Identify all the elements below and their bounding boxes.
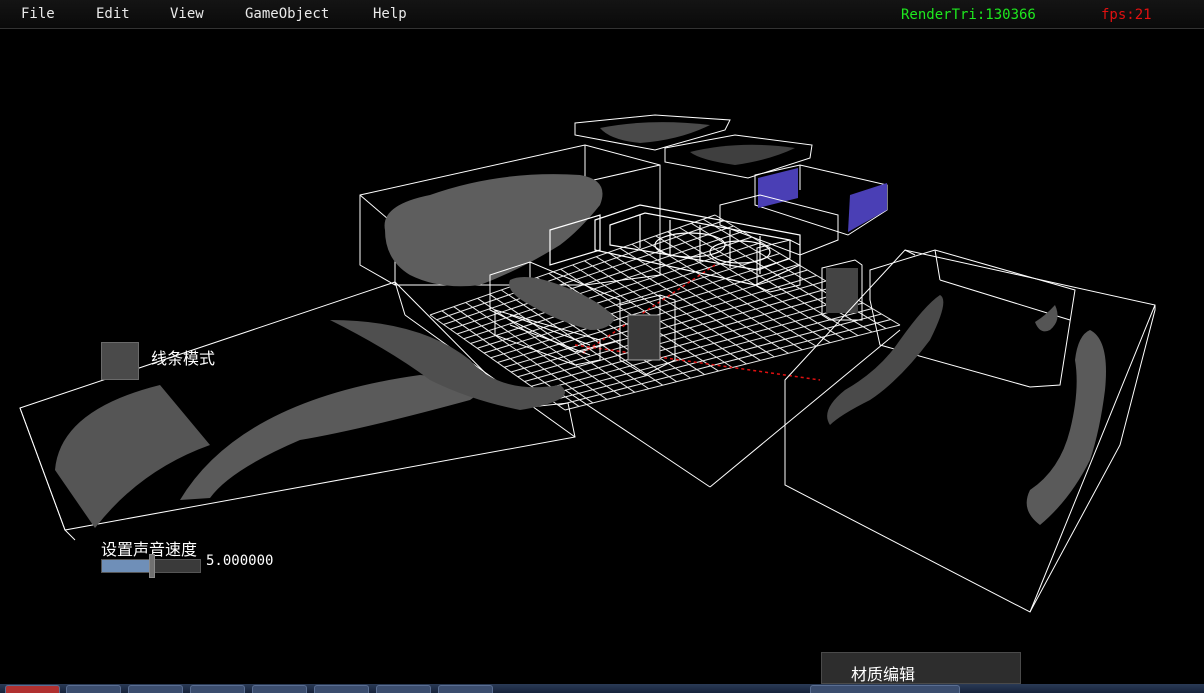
material-editor-tab[interactable]: 材质编辑: [821, 652, 1021, 684]
menu-gameobject[interactable]: GameObject: [245, 6, 329, 22]
taskbar-app-icon[interactable]: [66, 685, 121, 693]
menu-edit[interactable]: Edit: [96, 6, 130, 22]
slider-fill: [102, 560, 149, 572]
os-taskbar: [0, 684, 1204, 693]
seat-bounding-box: [719, 194, 839, 256]
wireframe-mode-label: 线条模式: [151, 349, 216, 368]
taskbar-app-icon[interactable]: [128, 685, 183, 693]
grid-line: [655, 235, 831, 344]
menu-bar: File Edit View GameObject Help RenderTri…: [0, 0, 1204, 29]
door-mesh: [1035, 305, 1058, 332]
taskbar-app-icon[interactable]: [376, 685, 431, 693]
hood-panel-mesh: [55, 385, 210, 528]
scene-viewport[interactable]: 线条模式 设置声音速度 5.000000: [0, 29, 1204, 684]
taskbar-window-button[interactable]: [810, 685, 960, 693]
render-tri-counter: RenderTri:130366: [901, 7, 1036, 23]
seat-highlight-face: [758, 168, 798, 208]
taskbar-app-icon[interactable]: [252, 685, 307, 693]
hood-panel-mesh: [180, 375, 479, 500]
seat-highlight-face: [848, 183, 887, 232]
sound-speed-value: 5.000000: [206, 553, 274, 569]
taskbar-start-icon[interactable]: [5, 685, 60, 693]
taskbar-app-icon[interactable]: [438, 685, 493, 693]
taskbar-app-icon[interactable]: [314, 685, 369, 693]
fps-counter: fps:21: [1101, 7, 1152, 23]
menu-file[interactable]: File: [21, 6, 55, 22]
taskbar-app-icon[interactable]: [190, 685, 245, 693]
slider-thumb[interactable]: [149, 554, 155, 578]
roof-panel-mesh: [600, 122, 710, 143]
material-editor-label: 材质编辑: [851, 665, 916, 684]
menu-view[interactable]: View: [170, 6, 204, 22]
menu-help[interactable]: Help: [373, 6, 407, 22]
wireframe-mode-checkbox[interactable]: [101, 342, 139, 380]
sound-speed-slider[interactable]: [101, 554, 201, 578]
door-mesh: [1026, 330, 1106, 525]
part-mesh: [627, 314, 661, 361]
car-body-mesh: [384, 174, 603, 287]
roof-panel-mesh: [690, 144, 795, 165]
door-mesh: [827, 295, 944, 425]
